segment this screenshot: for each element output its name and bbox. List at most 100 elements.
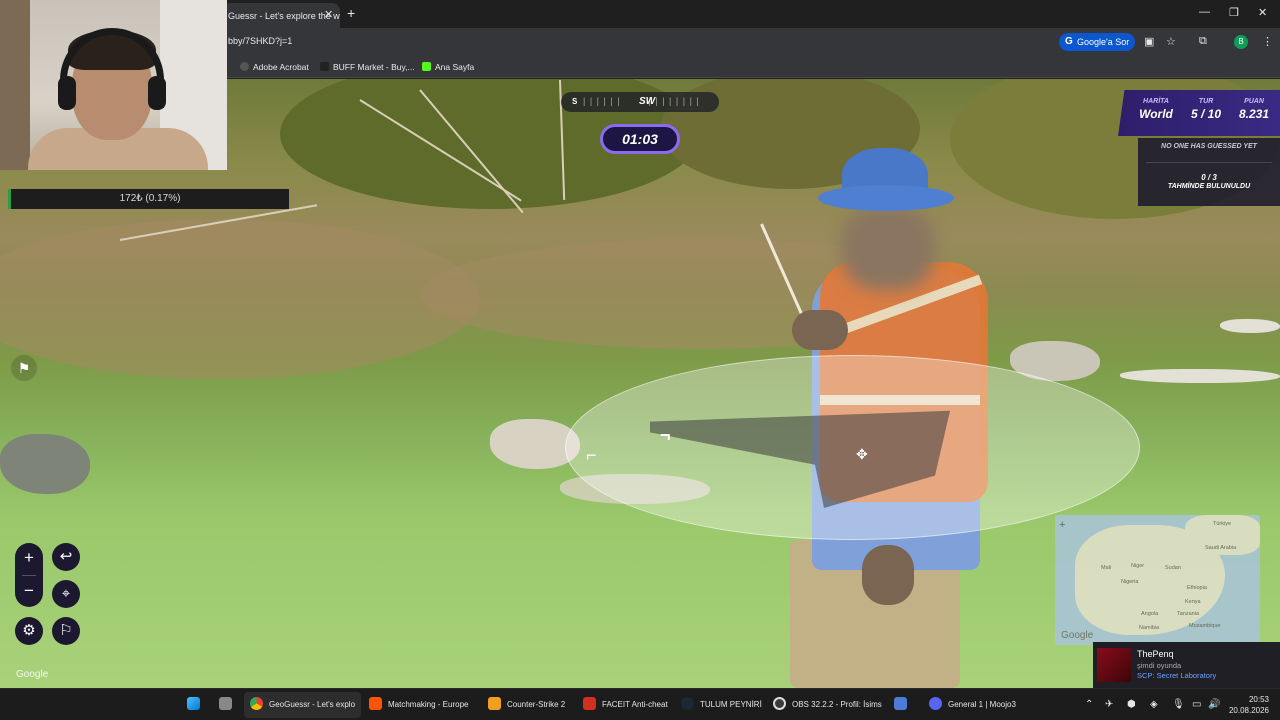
taskbar-app[interactable] (894, 689, 913, 720)
zoom-out-minus-icon[interactable]: − (15, 576, 43, 606)
windows-logo-icon (187, 697, 200, 710)
new-tab-plus-icon[interactable]: + (347, 5, 355, 21)
taskbar-cs2[interactable]: Counter-Strike 2 (488, 689, 565, 720)
google-watermark: Google (16, 669, 49, 680)
url-text[interactable]: bby/7SHKD?j=1 (228, 36, 292, 46)
steam-friend-notification[interactable]: ThePenq şimdi oyunda SCP: Secret Laborat… (1093, 642, 1280, 688)
taskbar-faceit-ac[interactable]: FACEIT Anti-cheat (583, 689, 668, 720)
bookmark-label: BUFF Market - Buy,... (333, 62, 415, 72)
tray-app-icon[interactable]: ◈ (1150, 699, 1158, 710)
guess-count-label: TAHMİNDE BULUNULDU (1167, 183, 1251, 190)
system-clock[interactable]: 20:53 20.08.2026 (1225, 694, 1269, 716)
menu-icon[interactable]: ⋮ (1262, 35, 1273, 48)
taskbar-label: General 1 | Moojo3 (948, 700, 1016, 709)
zoom-in-plus-icon[interactable]: + (15, 543, 43, 573)
network-icon[interactable]: ▭ (1192, 699, 1201, 710)
rock (1220, 319, 1280, 333)
round-timer: 01:03 (600, 124, 680, 154)
headset-earcup (148, 76, 166, 110)
map-label: Saudi Arabia (1205, 545, 1237, 551)
cam-background (0, 0, 30, 170)
tray-overflow-chevron-icon[interactable]: ⌃ (1085, 699, 1093, 710)
bookmark-buff[interactable]: BUFF Market - Buy,... (320, 62, 415, 72)
map-label: Kenya (1185, 599, 1201, 605)
status-score-label: PUAN (1244, 98, 1264, 105)
taskbar-label: GeoGuessr - Let's explo (269, 700, 356, 709)
map-label: Ethiopia (1187, 585, 1207, 591)
compass-heading: SW (639, 96, 656, 107)
guess-minimap[interactable]: + Türkiye Niger Mali Sudan Saudi Arabia … (1055, 515, 1260, 645)
clock-date: 20.08.2026 (1228, 706, 1269, 715)
chrome-icon (250, 697, 263, 710)
taskbar-label: OBS 32.2.2 - Profil: İsims (792, 700, 882, 709)
buff-icon (320, 62, 329, 71)
pano-arrow-icon[interactable]: ⌐ (586, 445, 597, 466)
clock-time: 20:53 (1248, 695, 1269, 704)
taskbar-label: FACEIT Anti-cheat (602, 700, 668, 709)
status-round-value: 5 / 10 (1190, 107, 1222, 121)
map-label: Mali (1101, 565, 1112, 571)
settings-icon[interactable]: ⚙ (15, 617, 43, 645)
windows-start-icon[interactable] (187, 689, 200, 720)
status-map: HARİTA World (1132, 98, 1180, 121)
notification-status: şimdi oyunda (1137, 661, 1182, 670)
restore-icon[interactable]: ❐ (1229, 6, 1239, 19)
kick-icon (422, 62, 431, 71)
bookmark-label: Ana Sayfa (435, 62, 475, 72)
rock (0, 434, 90, 494)
taskbar-discord[interactable]: General 1 | Moojo3 (929, 689, 1016, 720)
status-map-label: HARİTA (1143, 98, 1169, 105)
cs2-icon (488, 697, 501, 710)
return-to-start-pin-icon[interactable]: ⌖ (52, 580, 80, 608)
tray-app-icon[interactable]: ✈ (1105, 699, 1113, 710)
bookmark-label: Adobe Acrobat (253, 62, 309, 72)
notification-friend-name: ThePenq (1137, 649, 1174, 659)
flag-icon[interactable]: ⚐ (52, 617, 80, 645)
cast-icon[interactable]: ▣ (1144, 35, 1154, 48)
game-art-icon (1097, 648, 1131, 682)
profile-avatar[interactable]: B (1234, 35, 1248, 49)
game-status-panel: HARİTA World TUR 5 / 10 PUAN 8.231 (1118, 90, 1280, 136)
dirt-patch (0, 219, 480, 379)
microphone-icon[interactable]: 🎙 (1172, 699, 1185, 710)
volume-icon[interactable]: 🔊 (1208, 699, 1220, 710)
report-icon[interactable]: ⚑ (11, 355, 37, 381)
minimap-google-logo: Google (1061, 630, 1094, 641)
tray-app-icon[interactable]: ⬢ (1127, 699, 1136, 710)
zoom-controls: + − (15, 543, 43, 607)
shield-icon (583, 697, 596, 710)
browser-tab-geoguessr[interactable]: Guessr - Let's explore the w (222, 3, 340, 28)
task-view-icon[interactable] (219, 689, 232, 720)
taskbar-label: Matchmaking - Europe (388, 700, 469, 709)
close-window-icon[interactable]: ✕ (1258, 6, 1267, 19)
screen: Guessr - Let's explore the w ✕ + — ❐ ✕ b… (0, 0, 1280, 720)
map-label: Niger (1131, 563, 1145, 569)
bookmark-ana-sayfa[interactable]: Ana Sayfa (422, 62, 474, 72)
guess-status-panel: NO ONE HAS GUESSED YET 0 / 3 TAHMİNDE BU… (1138, 138, 1280, 206)
globe-icon (240, 62, 249, 71)
ask-google-button[interactable]: G Google'a Sor (1059, 33, 1135, 51)
person-hand (862, 545, 914, 605)
ask-google-label: Google'a Sor (1077, 37, 1130, 47)
taskbar-steam[interactable]: TULUM PEYNİRİ (681, 689, 762, 720)
pano-arrow-icon[interactable]: ¬ (660, 425, 671, 446)
faceit-icon (369, 697, 382, 710)
minimize-icon[interactable]: — (1199, 6, 1210, 18)
taskbar-faceit-lobby[interactable]: Matchmaking - Europe (369, 689, 468, 720)
status-map-value: World (1139, 107, 1173, 121)
status-round: TUR 5 / 10 (1182, 98, 1230, 121)
minimap-zoom-plus-icon[interactable]: + (1059, 519, 1065, 531)
star-icon[interactable]: ☆ (1166, 35, 1176, 48)
guess-status-text: NO ONE HAS GUESSED YET (1161, 143, 1257, 150)
status-score: PUAN 8.231 (1230, 98, 1278, 121)
compass[interactable]: S | | | | | | | | | | | | | | SW (561, 92, 719, 112)
headset-earcup (58, 76, 76, 110)
tab-close-icon[interactable]: ✕ (324, 8, 333, 21)
taskbar-obs[interactable]: OBS 32.2.2 - Profil: İsims (773, 689, 882, 720)
map-label: Tanzania (1177, 611, 1200, 617)
taskbar-label: Counter-Strike 2 (507, 700, 566, 709)
undo-icon[interactable]: ↩ (52, 543, 80, 571)
extensions-icon[interactable]: ⧉ (1199, 35, 1207, 48)
taskbar-chrome[interactable]: GeoGuessr - Let's explo (244, 692, 362, 718)
bookmark-adobe[interactable]: Adobe Acrobat (240, 62, 309, 72)
